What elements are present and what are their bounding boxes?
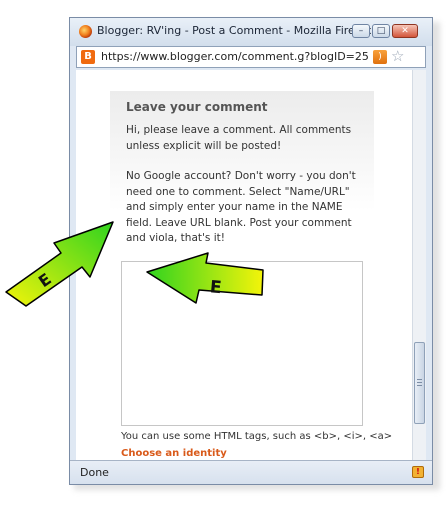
arrow-glyph: E xyxy=(209,277,222,298)
arrow-to-comment-box xyxy=(146,252,264,304)
arrow-to-instructions xyxy=(5,221,114,307)
annotation-arrows: E E xyxy=(5,221,264,307)
